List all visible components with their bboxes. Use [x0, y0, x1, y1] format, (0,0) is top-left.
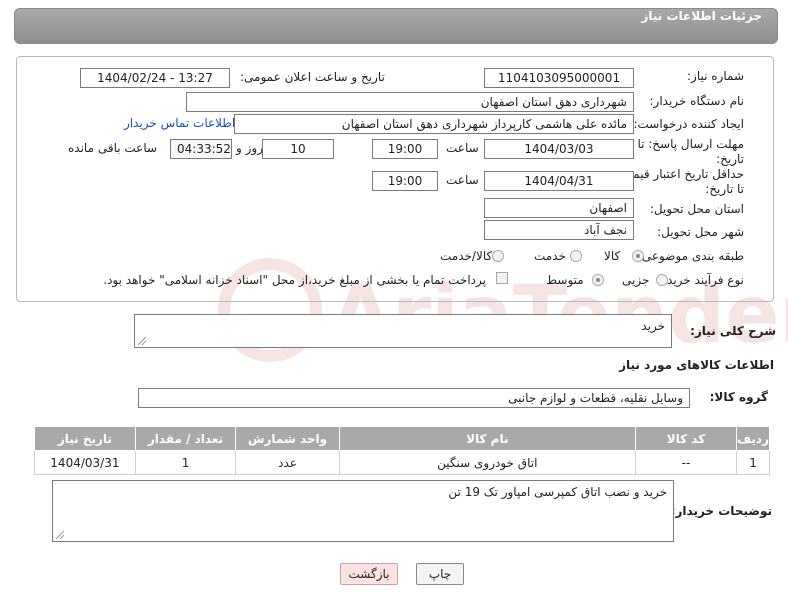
header-unit: واحد شمارش	[235, 426, 340, 451]
category-service-radio[interactable]	[570, 250, 582, 262]
reply-deadline-time-label: ساعت	[446, 141, 479, 155]
price-validity-time-label: ساعت	[446, 173, 479, 187]
requester-label: ایجاد کننده درخواست:	[633, 117, 744, 131]
category-service-label: خدمت	[534, 249, 566, 263]
buyer-notes-label: توضیحات خریدار:	[670, 504, 772, 518]
announce-datetime-field: 1404/02/24 - 13:27	[80, 68, 230, 88]
delivery-city-label: شهر محل تحویل:	[657, 225, 744, 239]
treasury-payment-checkbox[interactable]	[496, 272, 508, 284]
days-and-label: روز و	[236, 141, 263, 155]
category-goods-radio[interactable]	[632, 250, 644, 262]
cell-quantity: 1	[134, 450, 237, 475]
delivery-province-label: استان محل تحویل:	[649, 202, 744, 216]
cell-item-name: اتاق خودروی سنگین	[338, 450, 636, 475]
delivery-city-field: نجف آباد	[484, 220, 634, 240]
description-label: شرح کلی نیاز:	[690, 324, 776, 338]
header-quantity: تعداد / مقدار	[134, 426, 237, 451]
category-goods-service-label: کالا/خدمت	[440, 249, 493, 263]
category-goods-service-radio[interactable]	[492, 250, 504, 262]
purchase-type-medium-label: متوسط	[546, 273, 584, 287]
treasury-payment-note: پرداخت تمام یا بخشی از مبلغ خرید،از محل …	[103, 273, 486, 287]
delivery-province-field: اصفهان	[484, 198, 634, 218]
table-row: 1 -- اتاق خودروی سنگین عدد 1 1404/03/31	[34, 450, 770, 475]
announce-datetime-label: تاریخ و ساعت اعلان عمومی:	[240, 70, 385, 84]
reply-deadline-date-field: 1404/03/03	[484, 139, 634, 159]
requester-field: مائده علی هاشمی کارپرداز شهرداری دهق است…	[234, 114, 634, 134]
goods-table: ردیف کد کالا نام کالا واحد شمارش تعداد /…	[34, 426, 770, 475]
price-validity-time-field: 19:00	[372, 171, 438, 191]
header-need-date: تاریخ نیاز	[34, 426, 136, 451]
cell-unit: عدد	[235, 450, 340, 475]
goods-group-label: گروه کالا:	[709, 390, 768, 404]
header-item-name: نام کالا	[338, 426, 636, 451]
purchase-type-partial-radio[interactable]	[656, 274, 668, 286]
reply-deadline-time-field: 19:00	[372, 139, 438, 159]
remaining-time-field: 04:33:52	[170, 139, 232, 159]
goods-group-field: وسایل نقلیه، قطعات و لوازم جانبی	[138, 388, 690, 408]
page-title: جزئیات اطلاعات نیاز	[641, 9, 762, 23]
buyer-notes-text: خرید و نصب اتاق کمپرسی امپاور تک 19 تن	[448, 485, 667, 499]
category-goods-label: کالا	[604, 249, 621, 263]
remaining-time-label: ساعت باقی مانده	[68, 141, 158, 155]
description-textarea: خرید	[134, 314, 672, 348]
purchase-type-partial-label: جزیی	[622, 273, 650, 287]
description-text: خرید	[641, 319, 665, 333]
resize-grip-icon	[56, 531, 64, 539]
header-row-number: ردیف	[736, 426, 770, 451]
header-item-code: کد کالا	[634, 426, 738, 451]
need-number-field: 1104103095000001	[484, 68, 634, 88]
buyer-org-field: شهرداری دهق استان اصفهان	[186, 92, 634, 112]
table-header-row: ردیف کد کالا نام کالا واحد شمارش تعداد /…	[34, 426, 770, 451]
resize-grip-icon	[138, 337, 146, 345]
print-button[interactable]: چاپ	[416, 563, 464, 585]
buyer-contact-link[interactable]: اطلاعات تماس خریدار	[124, 116, 235, 130]
price-validity-date-field: 1404/04/31	[484, 171, 634, 191]
cell-item-code: --	[634, 450, 738, 475]
category-label: طبقه بندی موضوعی:	[637, 249, 744, 263]
buyer-org-label: نام دستگاه خریدار:	[649, 94, 745, 108]
goods-section-title: اطلاعات کالاهای مورد نیاز	[619, 358, 774, 372]
purchase-type-label: نوع فرآیند خرید :	[659, 273, 744, 287]
buyer-notes-textarea: خرید و نصب اتاق کمپرسی امپاور تک 19 تن	[52, 480, 674, 542]
remaining-days-field: 10	[262, 139, 334, 159]
purchase-type-medium-radio[interactable]	[592, 274, 604, 286]
need-number-label: شماره نیاز:	[687, 69, 744, 83]
reply-deadline-label: مهلت ارسال پاسخ: تا تاریخ:	[637, 137, 744, 166]
cell-row-number: 1	[736, 450, 770, 475]
back-button[interactable]: بازگشت	[340, 563, 398, 585]
cell-need-date: 1404/03/31	[34, 450, 136, 475]
